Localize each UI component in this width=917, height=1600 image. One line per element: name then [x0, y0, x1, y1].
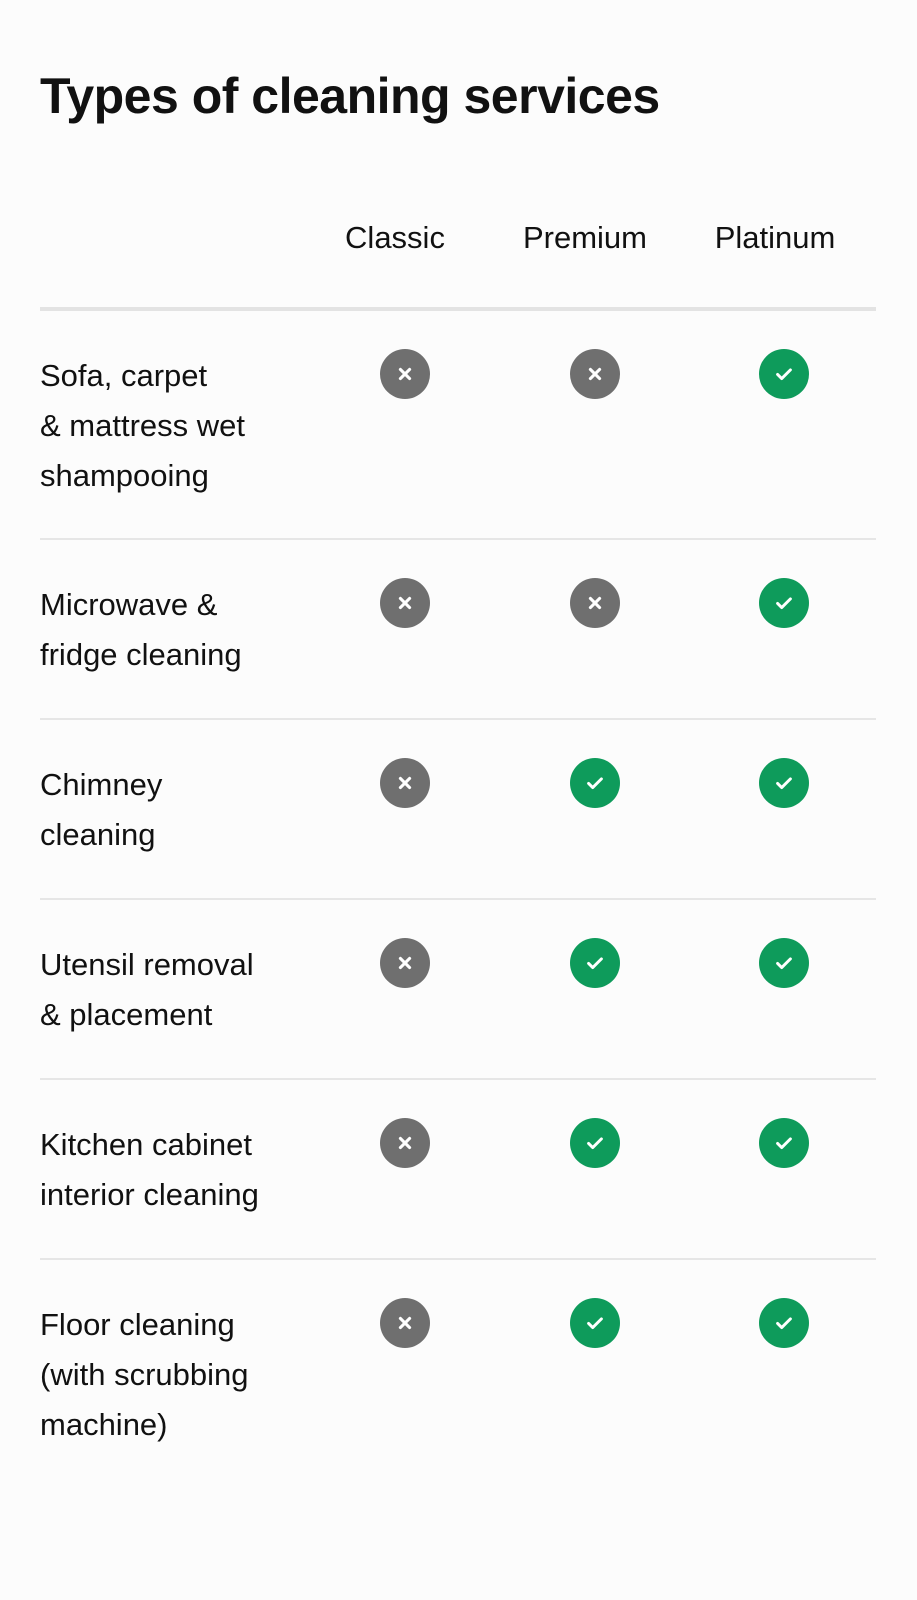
table-row: Sofa, carpet & mattress wet shampooing: [40, 311, 876, 540]
check-icon: [570, 1298, 620, 1348]
page-title: Types of cleaning services: [40, 68, 660, 124]
table-row: Chimney cleaning: [40, 720, 876, 900]
cross-icon: [380, 1298, 430, 1348]
column-header-premium: Premium: [522, 220, 647, 255]
cross-icon: [570, 349, 620, 399]
row-label: Floor cleaning (with scrubbing machine): [40, 1307, 249, 1442]
cross-icon: [570, 578, 620, 628]
row-label: Sofa, carpet & mattress wet shampooing: [40, 358, 245, 493]
check-icon: [759, 349, 809, 399]
row-label: Utensil removal & placement: [40, 947, 254, 1032]
check-icon: [759, 1298, 809, 1348]
cross-icon: [380, 938, 430, 988]
check-icon: [759, 1118, 809, 1168]
table-header: Classic Premium Platinum: [40, 216, 876, 260]
page: Types of cleaning services Classic Premi…: [0, 0, 917, 1600]
comparison-table: Sofa, carpet & mattress wet shampooing Mi…: [40, 311, 876, 1489]
table-row: Floor cleaning (with scrubbing machine): [40, 1260, 876, 1489]
check-icon: [570, 758, 620, 808]
check-icon: [759, 578, 809, 628]
cross-icon: [380, 1118, 430, 1168]
check-icon: [570, 938, 620, 988]
cross-icon: [380, 578, 430, 628]
check-icon: [759, 758, 809, 808]
row-label: Chimney cleaning: [40, 767, 163, 852]
cross-icon: [380, 349, 430, 399]
check-icon: [570, 1118, 620, 1168]
column-header-platinum: Platinum: [714, 220, 836, 255]
table-row: Microwave & fridge cleaning: [40, 540, 876, 720]
table-row: Utensil removal & placement: [40, 900, 876, 1080]
row-label: Kitchen cabinet interior cleaning: [40, 1127, 259, 1212]
check-icon: [759, 938, 809, 988]
cross-icon: [380, 758, 430, 808]
column-header-classic: Classic: [345, 220, 445, 255]
table-row: Kitchen cabinet interior cleaning: [40, 1080, 876, 1260]
row-label: Microwave & fridge cleaning: [40, 587, 242, 672]
